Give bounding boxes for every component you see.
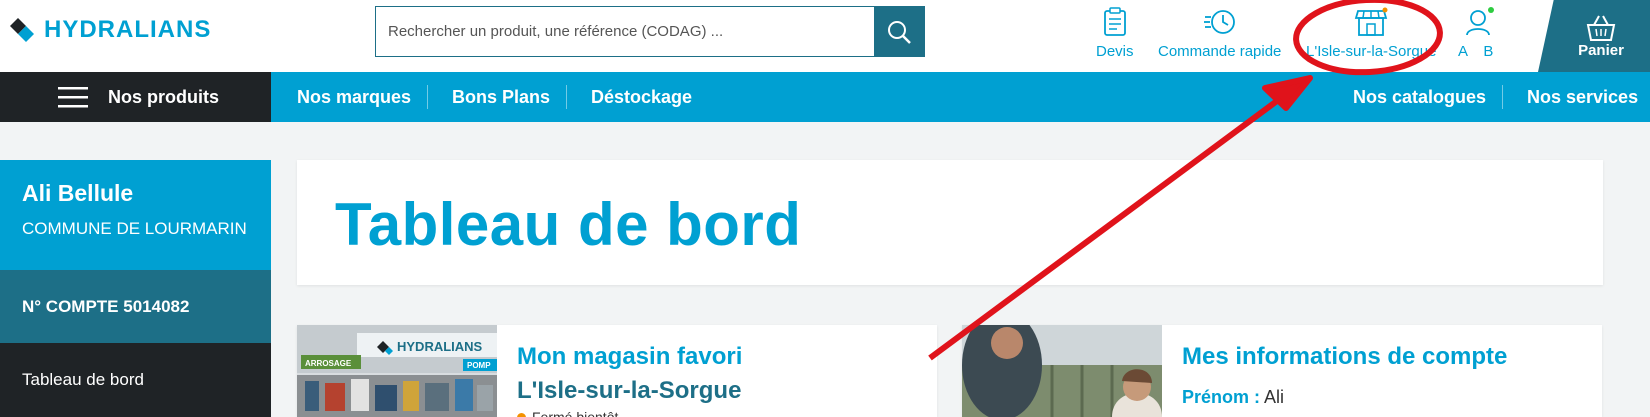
nav-commande-rapide-label: Commande rapide <box>1158 43 1282 60</box>
main-menu: Nos produits Nos marques Bons Plans Dést… <box>0 72 1650 122</box>
user-name: Ali Bellule <box>22 180 134 206</box>
account-sidebar: Ali Bellule COMMUNE DE LOURMARIN N° COMP… <box>0 160 271 417</box>
cart-button[interactable]: Panier <box>1538 0 1650 72</box>
nav-account[interactable]: A B <box>1458 4 1499 64</box>
search-button[interactable] <box>874 7 924 56</box>
nav-store[interactable]: L'Isle-sur-la-Sorgue <box>1306 4 1436 64</box>
favorite-store-title: Mon magasin favori <box>517 343 743 370</box>
first-name-label: Prénom : <box>1182 387 1261 407</box>
search-icon <box>888 20 911 44</box>
favorite-store-card[interactable]: HYDRALIANS ARROSAGE POMP Mon magasin fav… <box>297 325 937 417</box>
user-organization: COMMUNE DE LOURMARIN <box>22 219 247 238</box>
store-sign-pompe: POMP <box>467 361 491 370</box>
menu-divider <box>566 85 567 109</box>
store-status-text: Fermé bientôt <box>532 409 619 417</box>
search-input[interactable] <box>376 7 874 56</box>
first-name-row: Prénom : Ali <box>1182 387 1284 408</box>
speed-clock-icon <box>1203 10 1235 34</box>
store-sign-arrosage: ARROSAGE <box>305 359 352 368</box>
menu-link-destockage[interactable]: Déstockage <box>591 72 692 122</box>
status-dot-icon <box>517 412 526 417</box>
store-status: Fermé bientôt <box>517 409 618 417</box>
hamburger-icon <box>58 87 88 108</box>
menu-link-catalogues[interactable]: Nos catalogues <box>1353 72 1486 122</box>
first-name-value: Ali <box>1264 387 1285 407</box>
nav-devis-label: Devis <box>1096 43 1134 60</box>
basket-icon <box>1586 15 1616 41</box>
nav-store-label: L'Isle-sur-la-Sorgue <box>1306 43 1437 60</box>
nav-devis[interactable]: Devis <box>1096 4 1134 64</box>
nav-account-label: A B <box>1458 43 1500 60</box>
top-bar: HYDRALIANS Devis Commande rapide <box>0 0 1650 72</box>
account-info-card[interactable]: Mes informations de compte Prénom : Ali <box>962 325 1602 417</box>
sidebar-item-tableau-de-bord[interactable]: Tableau de bord <box>0 343 271 417</box>
nav-commande-rapide[interactable]: Commande rapide <box>1158 4 1281 64</box>
sidebar-user-block: Ali Bellule COMMUNE DE LOURMARIN <box>0 160 271 270</box>
logo[interactable]: HYDRALIANS <box>8 16 211 44</box>
account-info-title: Mes informations de compte <box>1182 343 1508 370</box>
page-title-card: Tableau de bord <box>297 160 1603 285</box>
menu-divider <box>427 85 428 109</box>
products-menu-button[interactable]: Nos produits <box>0 72 271 122</box>
menu-link-bons-plans[interactable]: Bons Plans <box>452 72 550 122</box>
people-photo <box>962 325 1162 417</box>
user-icon <box>1465 7 1494 36</box>
clipboard-icon <box>1103 7 1126 36</box>
products-label: Nos produits <box>108 86 219 107</box>
store-sign-brand: HYDRALIANS <box>397 339 483 354</box>
store-icon <box>1355 7 1388 36</box>
page-title: Tableau de bord <box>335 191 802 258</box>
brand-name: HYDRALIANS <box>44 16 212 43</box>
menu-link-services[interactable]: Nos services <box>1527 72 1638 122</box>
menu-link-marques[interactable]: Nos marques <box>297 72 411 122</box>
cart-label: Panier <box>1578 41 1624 59</box>
hydralians-logo-icon <box>10 18 34 42</box>
account-number: N° COMPTE 5014082 <box>0 270 271 343</box>
search-bar <box>375 6 925 57</box>
store-photo: HYDRALIANS ARROSAGE POMP <box>297 325 497 417</box>
menu-divider <box>1502 85 1503 109</box>
favorite-store-name[interactable]: L'Isle-sur-la-Sorgue <box>517 377 741 405</box>
